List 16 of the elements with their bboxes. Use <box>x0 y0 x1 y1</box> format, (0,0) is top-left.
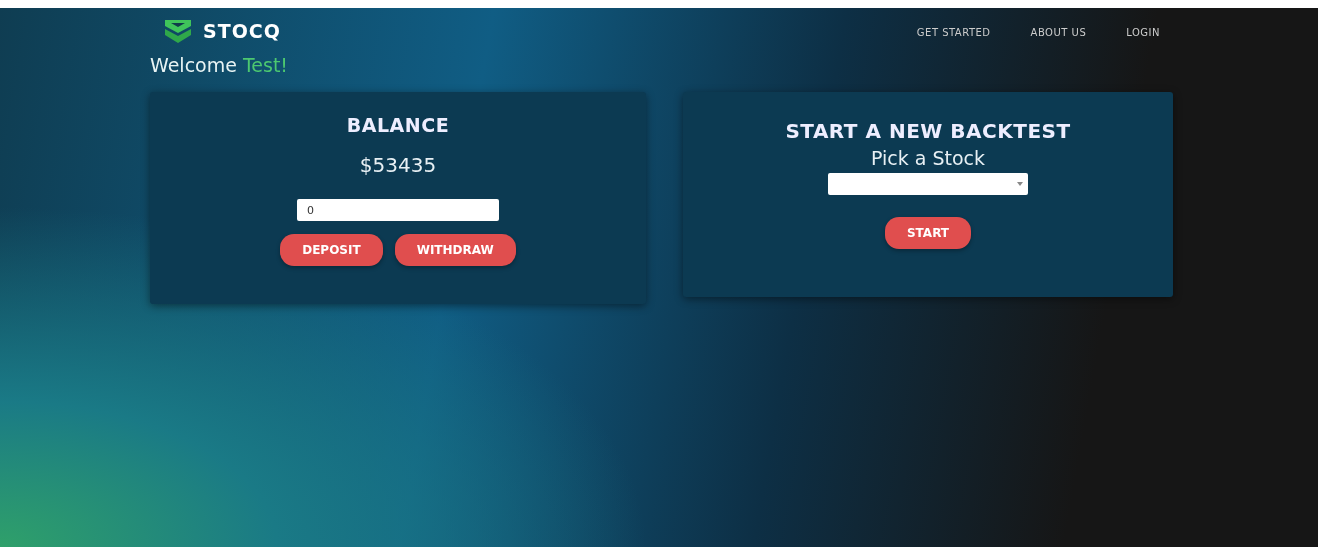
stock-select[interactable] <box>828 173 1028 195</box>
shield-logo-icon <box>163 18 193 44</box>
amount-field[interactable]: 0 <box>297 199 499 221</box>
card-title: BALANCE <box>346 114 450 136</box>
nav-link[interactable]: ABOUT US <box>1030 26 1087 38</box>
balance-amount: $53435 <box>359 153 437 177</box>
nav-link[interactable]: LOGIN <box>1126 26 1160 38</box>
nav-link[interactable]: GET STARTED <box>916 26 991 38</box>
welcome-heading: Welcome Test! <box>150 54 289 76</box>
start-button[interactable]: START <box>884 217 972 249</box>
brand-name[interactable]: STOCQ <box>203 20 281 42</box>
card-title: START A NEW BACKTEST <box>785 119 1071 143</box>
action-button[interactable]: DEPOSIT <box>280 234 383 266</box>
action-button[interactable]: WITHDRAW <box>394 234 516 266</box>
caret-icon <box>1017 182 1023 186</box>
card-subtitle: Pick a Stock <box>870 147 986 169</box>
